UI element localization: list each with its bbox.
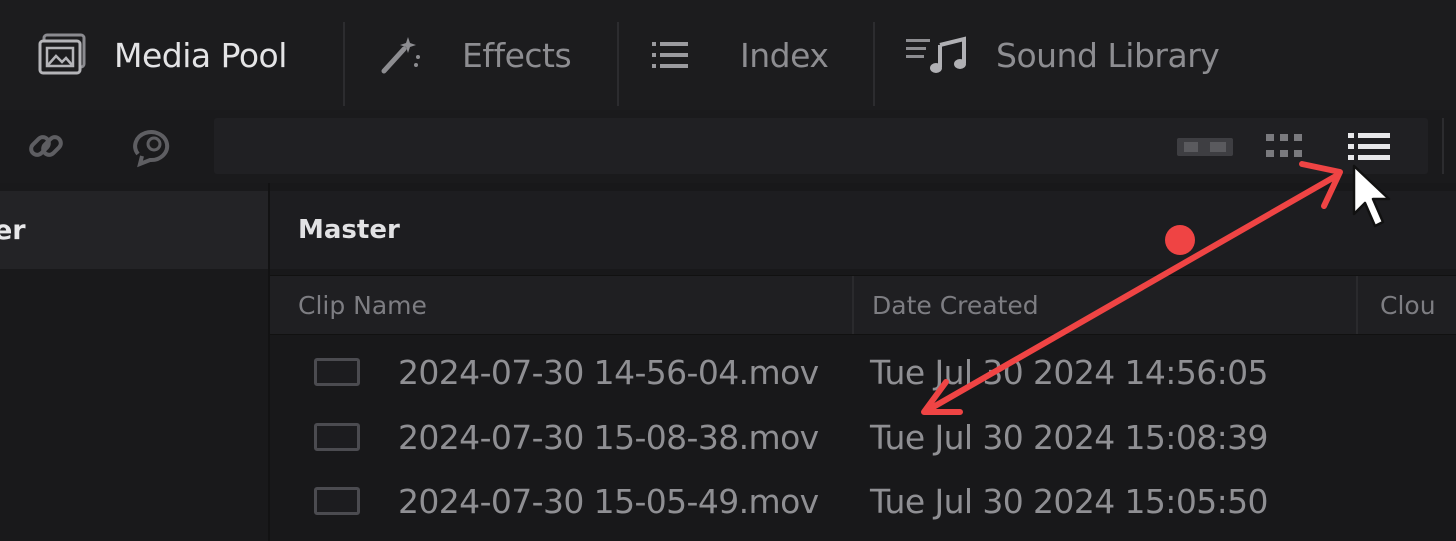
toolbar-strip bbox=[214, 118, 1428, 174]
tab-label: Sound Library bbox=[996, 35, 1220, 75]
media-pool-toolbar bbox=[0, 110, 1456, 183]
filmstrip-view-icon[interactable] bbox=[1176, 110, 1234, 183]
music-library-icon bbox=[906, 35, 970, 75]
tab-divider bbox=[343, 22, 345, 106]
clip-thumbnail-icon bbox=[314, 358, 360, 386]
list-view-icon[interactable] bbox=[1346, 110, 1392, 183]
tab-effects[interactable]: Effects bbox=[378, 0, 572, 110]
tab-media-pool[interactable]: Media Pool bbox=[38, 0, 287, 110]
sync-icon[interactable] bbox=[130, 124, 176, 168]
bin-item-master[interactable]: er bbox=[0, 191, 268, 269]
column-resize-handle[interactable] bbox=[852, 276, 854, 334]
table-row[interactable]: 2024-07-30 15-05-49.mov Tue Jul 30 2024 … bbox=[270, 469, 1456, 533]
tab-label: Effects bbox=[462, 35, 572, 75]
thumbnail-view-icon[interactable] bbox=[1264, 110, 1304, 183]
magic-wand-icon bbox=[378, 33, 422, 77]
toolbar-divider bbox=[1442, 118, 1444, 174]
bin-list-panel: er bbox=[0, 183, 270, 541]
bin-item-label: er bbox=[0, 214, 26, 246]
bin-title: Master bbox=[298, 215, 400, 245]
clip-date-created: Tue Jul 30 2024 15:05:50 bbox=[870, 481, 1269, 521]
column-header-row: Clip Name Date Created Clou bbox=[270, 275, 1456, 335]
link-icon[interactable] bbox=[24, 124, 68, 168]
tab-index[interactable]: Index bbox=[652, 0, 829, 110]
clip-thumbnail-icon bbox=[314, 487, 360, 515]
table-row[interactable]: 2024-07-30 15-08-38.mov Tue Jul 30 2024 … bbox=[270, 405, 1456, 469]
table-row[interactable]: 2024-07-30 14-56-04.mov Tue Jul 30 2024 … bbox=[270, 340, 1456, 404]
column-header-clip-name[interactable]: Clip Name bbox=[298, 276, 427, 334]
clip-name: 2024-07-30 15-08-38.mov bbox=[398, 417, 819, 457]
clip-name: 2024-07-30 15-05-49.mov bbox=[398, 481, 819, 521]
clip-date-created: Tue Jul 30 2024 14:56:05 bbox=[870, 352, 1269, 392]
tab-label: Index bbox=[740, 35, 829, 75]
panel-tab-bar: Media Pool Effects Index Sound Library bbox=[0, 0, 1456, 111]
list-icon bbox=[652, 40, 688, 70]
tab-sound-library[interactable]: Sound Library bbox=[906, 0, 1220, 110]
column-resize-handle[interactable] bbox=[1356, 276, 1358, 334]
tab-label: Media Pool bbox=[114, 35, 287, 75]
tab-divider bbox=[873, 22, 875, 106]
column-header-cloud[interactable]: Clou bbox=[1380, 276, 1436, 334]
clip-thumbnail-icon bbox=[314, 423, 360, 451]
column-header-date-created[interactable]: Date Created bbox=[872, 276, 1039, 334]
bin-header: Master bbox=[270, 191, 1456, 269]
clip-name: 2024-07-30 14-56-04.mov bbox=[398, 352, 819, 392]
clip-list-panel: Master Clip Name Date Created Clou 2024-… bbox=[270, 183, 1456, 541]
media-pool-icon bbox=[38, 33, 88, 77]
tab-divider bbox=[617, 22, 619, 106]
clip-date-created: Tue Jul 30 2024 15:08:39 bbox=[870, 417, 1269, 457]
